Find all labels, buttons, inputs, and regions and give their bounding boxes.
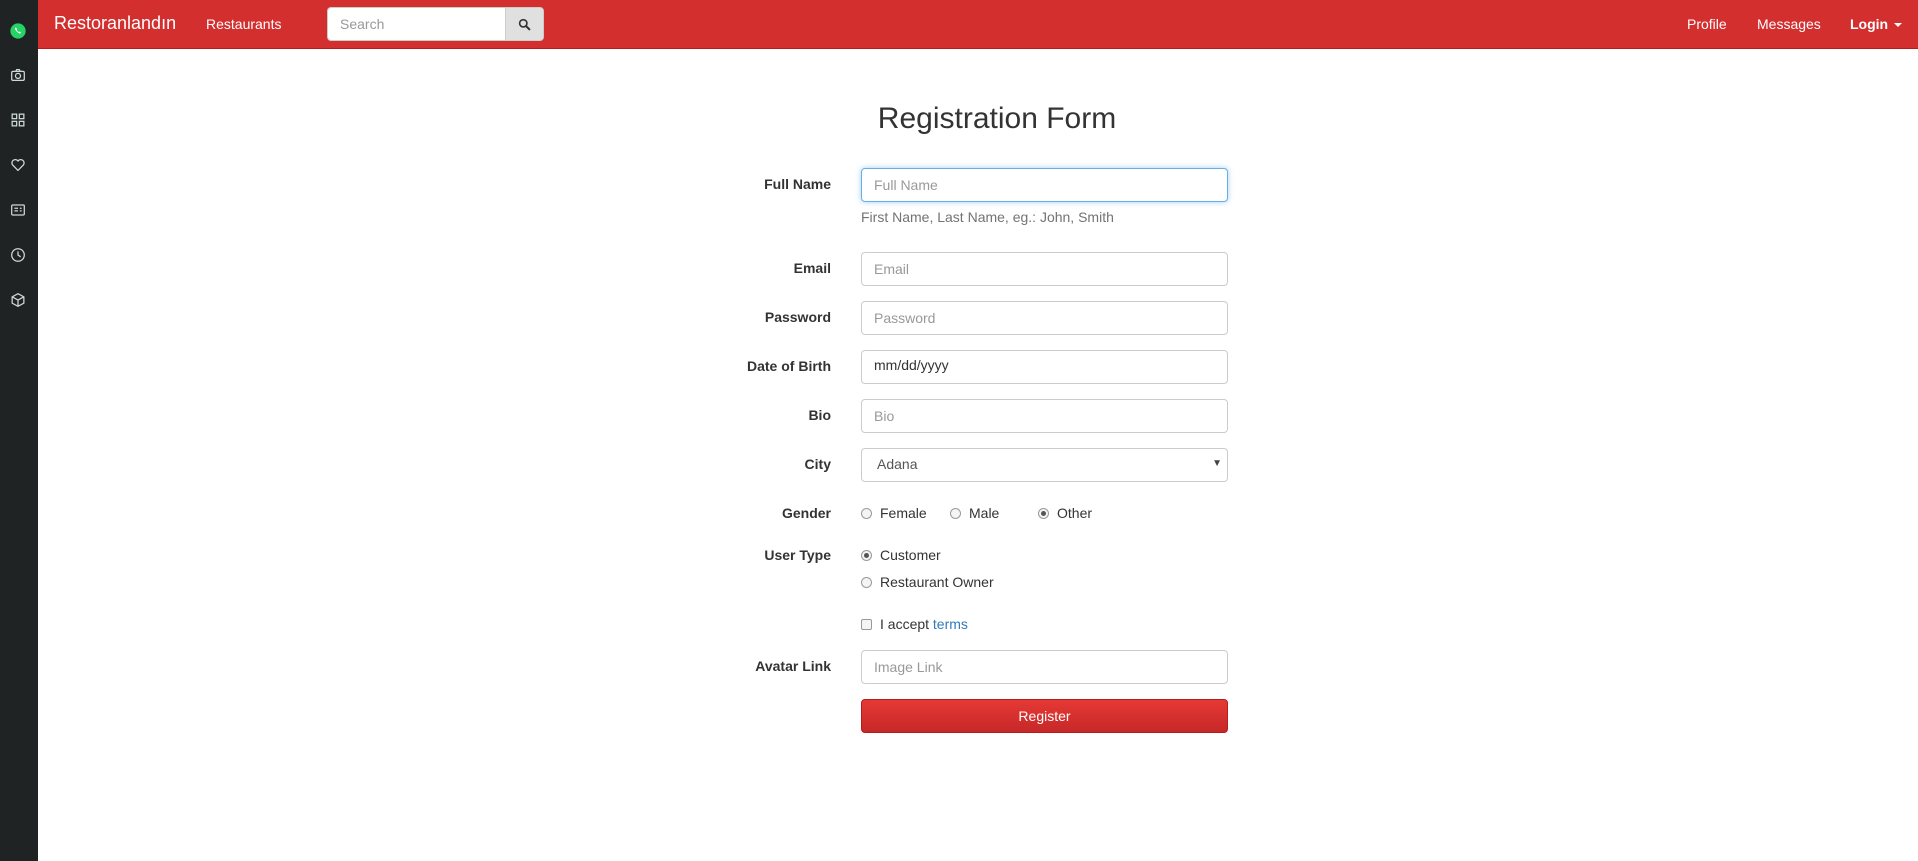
full-name-help: First Name, Last Name, eg.: John, Smith (861, 209, 1114, 225)
password-label: Password (764, 309, 831, 325)
full-name-input[interactable] (861, 168, 1228, 202)
gender-label: Gender (781, 505, 831, 521)
caret-down-icon (1894, 23, 1903, 28)
nav-restaurants[interactable]: Restaurants (206, 16, 281, 32)
news-icon[interactable] (7, 199, 29, 221)
gender-female-label: Female (880, 505, 927, 521)
city-select[interactable]: Adana ▼ (861, 448, 1228, 482)
search-group (327, 7, 544, 41)
gender-male-label: Male (969, 505, 1000, 521)
gender-other-radio[interactable] (1038, 508, 1049, 519)
avatar-link-input[interactable] (861, 650, 1228, 684)
whatsapp-icon[interactable] (7, 20, 29, 42)
bio-input[interactable] (861, 399, 1228, 433)
register-button[interactable]: Register (861, 699, 1228, 733)
clock-icon[interactable] (7, 244, 29, 266)
search-icon (518, 18, 531, 30)
brand-link[interactable]: Restoranlandın (54, 13, 176, 34)
email-label: Email (793, 260, 831, 276)
gender-other-label: Other (1057, 505, 1093, 521)
cube-icon[interactable] (7, 289, 29, 311)
city-selected-value: Adana (877, 456, 918, 472)
terms-checkbox[interactable] (861, 619, 872, 630)
terms-link[interactable]: terms (933, 616, 968, 632)
camera-icon[interactable] (7, 64, 29, 86)
user-type-owner-radio[interactable] (861, 577, 872, 588)
nav-profile[interactable]: Profile (1687, 16, 1727, 32)
user-type-owner-label: Restaurant Owner (880, 574, 994, 590)
avatar-label: Avatar Link (755, 658, 831, 674)
gender-female-radio[interactable] (861, 508, 872, 519)
terms-prefix: I accept (880, 616, 930, 632)
select-arrow-icon: ▼ (1212, 458, 1222, 469)
city-label: City (804, 456, 831, 472)
top-navbar: Restoranlandın Restaurants Profile Messa… (38, 0, 1918, 49)
password-input[interactable] (861, 301, 1228, 335)
search-button[interactable] (505, 7, 544, 41)
dob-input[interactable]: mm/dd/yyyy (861, 350, 1228, 384)
full-name-label: Full Name (764, 176, 831, 192)
heart-icon[interactable] (7, 154, 29, 176)
search-input[interactable] (327, 7, 506, 41)
bio-label: Bio (808, 407, 831, 423)
terms-text: I accept terms (880, 616, 968, 632)
dob-label: Date of Birth (747, 358, 831, 374)
gender-male-radio[interactable] (950, 508, 961, 519)
page-title: Registration Form (877, 102, 1117, 135)
user-type-customer-radio[interactable] (861, 550, 872, 561)
user-type-customer-label: Customer (880, 547, 941, 563)
user-type-label: User Type (764, 547, 831, 563)
login-label: Login (1850, 16, 1889, 32)
nav-messages[interactable]: Messages (1757, 16, 1821, 32)
email-input[interactable] (861, 252, 1228, 286)
nav-login-dropdown[interactable]: Login (1850, 16, 1903, 32)
